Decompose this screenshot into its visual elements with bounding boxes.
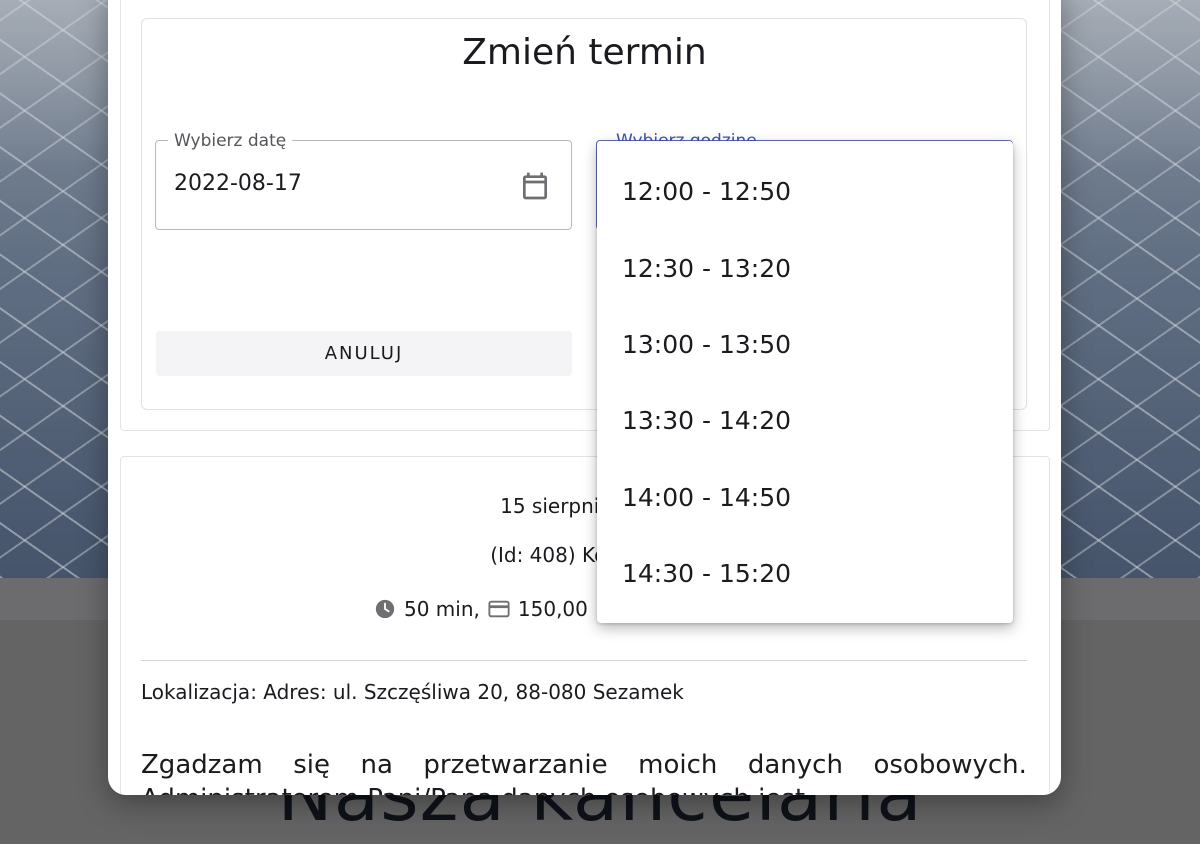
clock-icon xyxy=(375,599,395,619)
calendar-icon[interactable] xyxy=(519,169,551,203)
consent-word: danych xyxy=(747,750,843,780)
consent-word: na xyxy=(360,750,393,780)
divider xyxy=(141,660,1027,661)
hour-option[interactable]: 13:00 - 13:50 xyxy=(622,330,791,359)
page: Nasza kancelaria Zmień termin Wybierz da… xyxy=(0,0,1200,844)
hour-option[interactable]: 14:30 - 15:20 xyxy=(622,559,791,588)
modal-title: Zmień termin xyxy=(462,32,707,73)
hour-dropdown: 12:00 - 12:50 12:30 - 13:20 13:00 - 13:5… xyxy=(597,141,1013,623)
appointment-meta: 50 min, 150,00 xyxy=(374,596,588,622)
hour-field-label: Wybierz godzinę xyxy=(616,131,757,141)
date-field[interactable]: Wybierz datę 2022-08-17 xyxy=(155,131,572,230)
consent-word: moich xyxy=(638,750,718,780)
consent-word: się xyxy=(293,750,330,780)
date-field-value[interactable]: 2022-08-17 xyxy=(174,171,302,196)
consent-text: Zgadzam się na przetwarzanie moich danyc… xyxy=(141,750,1027,780)
consent-next-line: Administratorem Pani/Pana danych osobowy… xyxy=(141,786,1027,795)
appointment-duration: 50 min, xyxy=(404,597,480,621)
hour-option[interactable]: 14:00 - 14:50 xyxy=(622,483,791,512)
location-text: Lokalizacja: Adres: ul. Szczęśliwa 20, 8… xyxy=(141,680,684,704)
consent-word: osobowych. xyxy=(873,750,1027,780)
credit-card-icon xyxy=(488,600,510,618)
cancel-button[interactable]: ANULUJ xyxy=(156,331,572,376)
hour-option[interactable]: 12:30 - 13:20 xyxy=(622,254,791,283)
hour-option[interactable]: 13:30 - 14:20 xyxy=(622,406,791,435)
consent-word: Zgadzam xyxy=(141,750,263,780)
hour-option[interactable]: 12:00 - 12:50 xyxy=(622,177,791,206)
consent-word: przetwarzanie xyxy=(423,750,608,780)
appointment-price: 150,00 xyxy=(517,597,588,621)
date-field-label: Wybierz datę xyxy=(168,131,293,151)
